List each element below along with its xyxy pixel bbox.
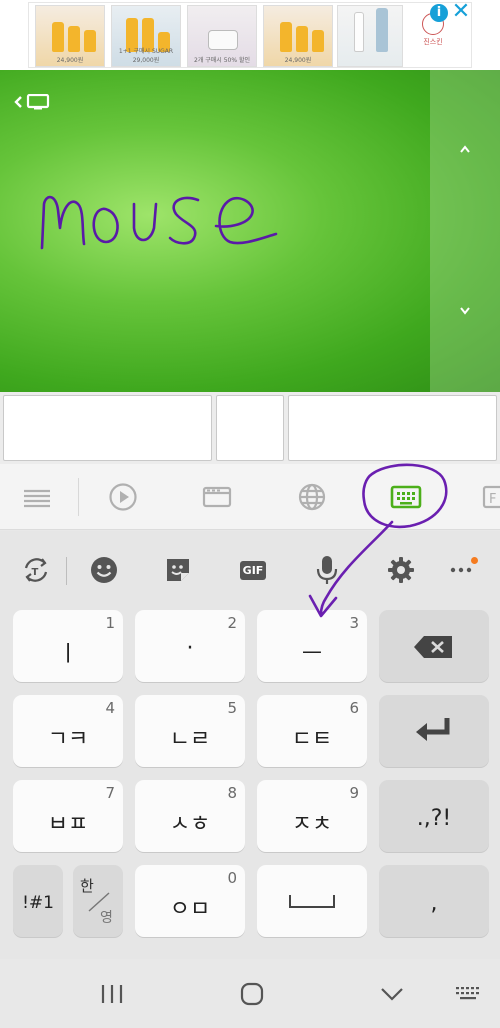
recent-apps-icon[interactable]: [97, 979, 127, 1009]
middle-click-button[interactable]: [216, 395, 284, 461]
ad-product-thumbnail[interactable]: 24,900원: [35, 5, 105, 67]
notification-dot: [471, 557, 478, 564]
remote-toolbar: F: [0, 464, 500, 530]
svg-text:F: F: [489, 492, 496, 507]
ad-caption: 2개 구매시 50% 할인: [194, 57, 250, 64]
ad-product-thumbnail[interactable]: [337, 5, 403, 67]
language-switch-key[interactable]: 한 영: [73, 865, 123, 937]
right-click-button[interactable]: [288, 395, 497, 461]
ad-content[interactable]: 24,900원 1+1 구매시 SUGAR 29,000원 2개 구매시 50%…: [28, 2, 472, 68]
keyboard-toggle-icon[interactable]: [390, 482, 422, 512]
back-chevron-icon[interactable]: [377, 979, 407, 1009]
ad-caption: 24,900원: [284, 57, 312, 64]
comma-key[interactable]: ,: [379, 865, 489, 937]
enter-key[interactable]: [379, 695, 489, 767]
ad-caption: 1+1 구매시 SUGAR 29,000원: [118, 48, 174, 64]
ad-product-thumbnail[interactable]: 24,900원: [263, 5, 333, 67]
key-n-r[interactable]: 5 ㄴㄹ: [135, 695, 245, 767]
key-eu-vowel[interactable]: 3ㅡ: [257, 610, 367, 682]
samsung-keyboard: T GIF 1ㅣ 2 · 3ㅡ 4 ㄱㅋ 5 ㄴㄹ 6 ㄷㅌ 7 ㅂㅍ 8 ㅅㅎ…: [0, 531, 500, 959]
key-s-h[interactable]: 8 ㅅㅎ: [135, 780, 245, 852]
scroll-up-icon[interactable]: [458, 144, 472, 154]
key-g-k[interactable]: 4 ㄱㅋ: [13, 695, 123, 767]
key-b-p[interactable]: 7 ㅂㅍ: [13, 780, 123, 852]
key-o-m[interactable]: 0 ㅇㅁ: [135, 865, 245, 937]
text-recognition-icon[interactable]: T: [19, 553, 53, 587]
globe-icon[interactable]: [297, 482, 327, 512]
symbols-key[interactable]: !#1: [13, 865, 63, 937]
punctuation-key[interactable]: .,?!: [379, 780, 489, 852]
remote-desktop-screen[interactable]: [0, 70, 500, 392]
language-english-label: 영: [100, 910, 113, 926]
back-monitor-icon[interactable]: [14, 94, 58, 110]
key-i-vowel[interactable]: 1ㅣ: [13, 610, 123, 682]
close-icon[interactable]: ✕: [451, 0, 471, 24]
space-icon: [289, 895, 335, 908]
toolbar-divider: [78, 478, 79, 516]
tool-divider: [66, 557, 67, 585]
key-d-t[interactable]: 6 ㄷㅌ: [257, 695, 367, 767]
microphone-icon[interactable]: [310, 553, 344, 587]
home-icon[interactable]: [237, 979, 267, 1009]
info-icon[interactable]: i: [430, 4, 448, 22]
ad-product-thumbnail[interactable]: 2개 구매시 50% 할인: [187, 5, 257, 67]
ad-product-thumbnail[interactable]: 1+1 구매시 SUGAR 29,000원: [111, 5, 181, 67]
ad-caption: 24,900원: [56, 57, 84, 64]
gif-button[interactable]: GIF: [236, 553, 270, 587]
keyboard-hide-icon[interactable]: [454, 979, 484, 1009]
function-key-icon[interactable]: F: [482, 482, 500, 512]
scroll-down-icon[interactable]: [458, 306, 472, 316]
emoji-icon[interactable]: [87, 553, 121, 587]
handwriting-mouse: [40, 195, 278, 250]
space-key[interactable]: [257, 865, 367, 937]
svg-text:T: T: [32, 567, 39, 578]
key-j-ch[interactable]: 9 ㅈㅊ: [257, 780, 367, 852]
sticker-icon[interactable]: [161, 553, 195, 587]
keyboard-toolbar: T GIF: [0, 531, 500, 609]
left-click-button[interactable]: [3, 395, 212, 461]
enter-icon: [416, 718, 450, 741]
key-dot-vowel[interactable]: 2 ·: [135, 610, 245, 682]
scroll-rail[interactable]: [430, 70, 500, 392]
mouse-button-bar: [0, 392, 500, 464]
ad-banner[interactable]: 24,900원 1+1 구매시 SUGAR 29,000원 2개 구매시 50%…: [0, 0, 500, 70]
backspace-key[interactable]: [379, 610, 489, 682]
play-icon[interactable]: [108, 482, 138, 512]
settings-icon[interactable]: [384, 553, 418, 587]
menu-icon[interactable]: [22, 482, 52, 512]
window-icon[interactable]: [202, 482, 232, 512]
android-nav-bar: [0, 959, 500, 1028]
ad-brand-name: 진스킨: [423, 38, 443, 46]
backspace-icon: [414, 636, 452, 658]
